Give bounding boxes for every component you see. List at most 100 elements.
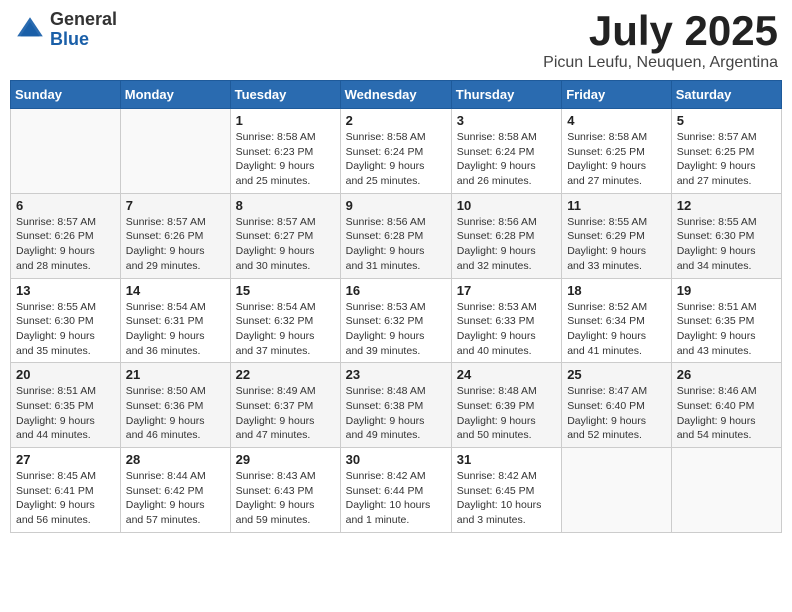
- day-number: 9: [346, 198, 446, 213]
- cell-content: Sunrise: 8:53 AM Sunset: 6:32 PM Dayligh…: [346, 300, 446, 359]
- day-number: 23: [346, 367, 446, 382]
- cell-content: Sunrise: 8:58 AM Sunset: 6:25 PM Dayligh…: [567, 130, 666, 189]
- calendar-cell: 29 Sunrise: 8:43 AM Sunset: 6:43 PM Dayli…: [230, 448, 340, 533]
- cell-content: Sunrise: 8:56 AM Sunset: 6:28 PM Dayligh…: [457, 215, 556, 274]
- cell-content: Sunrise: 8:49 AM Sunset: 6:37 PM Dayligh…: [236, 384, 335, 443]
- day-number: 1: [236, 113, 335, 128]
- title-area: July 2025 Picun Leufu, Neuquen, Argentin…: [543, 10, 778, 72]
- day-number: 27: [16, 452, 115, 467]
- calendar-week-row: 27 Sunrise: 8:45 AM Sunset: 6:41 PM Dayli…: [11, 448, 782, 533]
- day-number: 20: [16, 367, 115, 382]
- day-number: 14: [126, 283, 225, 298]
- day-number: 12: [677, 198, 776, 213]
- weekday-header-wednesday: Wednesday: [340, 81, 451, 109]
- cell-content: Sunrise: 8:56 AM Sunset: 6:28 PM Dayligh…: [346, 215, 446, 274]
- calendar-week-row: 20 Sunrise: 8:51 AM Sunset: 6:35 PM Dayli…: [11, 363, 782, 448]
- day-number: 13: [16, 283, 115, 298]
- calendar-cell: 20 Sunrise: 8:51 AM Sunset: 6:35 PM Dayli…: [11, 363, 121, 448]
- day-number: 22: [236, 367, 335, 382]
- calendar-cell: [120, 109, 230, 194]
- weekday-header-tuesday: Tuesday: [230, 81, 340, 109]
- day-number: 28: [126, 452, 225, 467]
- cell-content: Sunrise: 8:50 AM Sunset: 6:36 PM Dayligh…: [126, 384, 225, 443]
- day-number: 5: [677, 113, 776, 128]
- header: General Blue July 2025 Picun Leufu, Neuq…: [10, 10, 782, 72]
- calendar-cell: 7Sunrise: 8:57 AM Sunset: 6:26 PM Daylig…: [120, 193, 230, 278]
- calendar-week-row: 6Sunrise: 8:57 AM Sunset: 6:26 PM Daylig…: [11, 193, 782, 278]
- calendar-cell: 8 Sunrise: 8:57 AM Sunset: 6:27 PM Daylig…: [230, 193, 340, 278]
- calendar-cell: 28 Sunrise: 8:44 AM Sunset: 6:42 PM Dayli…: [120, 448, 230, 533]
- calendar-cell: 3 Sunrise: 8:58 AM Sunset: 6:24 PM Daylig…: [451, 109, 561, 194]
- cell-content: Sunrise: 8:43 AM Sunset: 6:43 PM Dayligh…: [236, 469, 335, 528]
- calendar-cell: [671, 448, 781, 533]
- calendar-cell: [11, 109, 121, 194]
- cell-content: Sunrise: 8:57 AM Sunset: 6:27 PM Dayligh…: [236, 215, 335, 274]
- calendar-header-row: SundayMondayTuesdayWednesdayThursdayFrid…: [11, 81, 782, 109]
- calendar-cell: 23Sunrise: 8:48 AM Sunset: 6:38 PM Dayli…: [340, 363, 451, 448]
- cell-content: Sunrise: 8:53 AM Sunset: 6:33 PM Dayligh…: [457, 300, 556, 359]
- weekday-header-thursday: Thursday: [451, 81, 561, 109]
- calendar-cell: 6Sunrise: 8:57 AM Sunset: 6:26 PM Daylig…: [11, 193, 121, 278]
- calendar-cell: 31 Sunrise: 8:42 AM Sunset: 6:45 PM Dayli…: [451, 448, 561, 533]
- calendar-week-row: 1 Sunrise: 8:58 AM Sunset: 6:23 PM Daylig…: [11, 109, 782, 194]
- day-number: 21: [126, 367, 225, 382]
- calendar-cell: 18 Sunrise: 8:52 AM Sunset: 6:34 PM Dayli…: [562, 278, 672, 363]
- calendar-cell: 5 Sunrise: 8:57 AM Sunset: 6:25 PM Daylig…: [671, 109, 781, 194]
- cell-content: Sunrise: 8:46 AM Sunset: 6:40 PM Dayligh…: [677, 384, 776, 443]
- cell-content: Sunrise: 8:54 AM Sunset: 6:31 PM Dayligh…: [126, 300, 225, 359]
- logo-blue-text: Blue: [50, 30, 117, 50]
- cell-content: Sunrise: 8:48 AM Sunset: 6:39 PM Dayligh…: [457, 384, 556, 443]
- calendar-cell: 1 Sunrise: 8:58 AM Sunset: 6:23 PM Daylig…: [230, 109, 340, 194]
- cell-content: Sunrise: 8:55 AM Sunset: 6:29 PM Dayligh…: [567, 215, 666, 274]
- cell-content: Sunrise: 8:58 AM Sunset: 6:24 PM Dayligh…: [346, 130, 446, 189]
- cell-content: Sunrise: 8:52 AM Sunset: 6:34 PM Dayligh…: [567, 300, 666, 359]
- calendar-cell: 19 Sunrise: 8:51 AM Sunset: 6:35 PM Dayli…: [671, 278, 781, 363]
- cell-content: Sunrise: 8:45 AM Sunset: 6:41 PM Dayligh…: [16, 469, 115, 528]
- calendar-cell: 22 Sunrise: 8:49 AM Sunset: 6:37 PM Dayli…: [230, 363, 340, 448]
- day-number: 2: [346, 113, 446, 128]
- day-number: 15: [236, 283, 335, 298]
- calendar-cell: 9 Sunrise: 8:56 AM Sunset: 6:28 PM Daylig…: [340, 193, 451, 278]
- day-number: 30: [346, 452, 446, 467]
- cell-content: Sunrise: 8:58 AM Sunset: 6:24 PM Dayligh…: [457, 130, 556, 189]
- day-number: 3: [457, 113, 556, 128]
- cell-content: Sunrise: 8:51 AM Sunset: 6:35 PM Dayligh…: [16, 384, 115, 443]
- calendar-cell: 30Sunrise: 8:42 AM Sunset: 6:44 PM Dayli…: [340, 448, 451, 533]
- day-number: 11: [567, 198, 666, 213]
- calendar-cell: 26 Sunrise: 8:46 AM Sunset: 6:40 PM Dayli…: [671, 363, 781, 448]
- cell-content: Sunrise: 8:51 AM Sunset: 6:35 PM Dayligh…: [677, 300, 776, 359]
- cell-content: Sunrise: 8:55 AM Sunset: 6:30 PM Dayligh…: [677, 215, 776, 274]
- day-number: 18: [567, 283, 666, 298]
- day-number: 31: [457, 452, 556, 467]
- location-subtitle: Picun Leufu, Neuquen, Argentina: [543, 54, 778, 72]
- cell-content: Sunrise: 8:57 AM Sunset: 6:25 PM Dayligh…: [677, 130, 776, 189]
- day-number: 8: [236, 198, 335, 213]
- day-number: 26: [677, 367, 776, 382]
- calendar-cell: 24Sunrise: 8:48 AM Sunset: 6:39 PM Dayli…: [451, 363, 561, 448]
- month-title: July 2025: [543, 10, 778, 52]
- logo-general-text: General: [50, 10, 117, 30]
- day-number: 29: [236, 452, 335, 467]
- calendar-cell: 12 Sunrise: 8:55 AM Sunset: 6:30 PM Dayli…: [671, 193, 781, 278]
- day-number: 16: [346, 283, 446, 298]
- calendar-cell: 25Sunrise: 8:47 AM Sunset: 6:40 PM Dayli…: [562, 363, 672, 448]
- calendar-cell: 10 Sunrise: 8:56 AM Sunset: 6:28 PM Dayli…: [451, 193, 561, 278]
- calendar-week-row: 13 Sunrise: 8:55 AM Sunset: 6:30 PM Dayli…: [11, 278, 782, 363]
- cell-content: Sunrise: 8:44 AM Sunset: 6:42 PM Dayligh…: [126, 469, 225, 528]
- cell-content: Sunrise: 8:55 AM Sunset: 6:30 PM Dayligh…: [16, 300, 115, 359]
- calendar-cell: 11 Sunrise: 8:55 AM Sunset: 6:29 PM Dayli…: [562, 193, 672, 278]
- day-number: 10: [457, 198, 556, 213]
- calendar-cell: 27 Sunrise: 8:45 AM Sunset: 6:41 PM Dayli…: [11, 448, 121, 533]
- day-number: 17: [457, 283, 556, 298]
- cell-content: Sunrise: 8:58 AM Sunset: 6:23 PM Dayligh…: [236, 130, 335, 189]
- weekday-header-sunday: Sunday: [11, 81, 121, 109]
- day-number: 19: [677, 283, 776, 298]
- calendar-cell: 4 Sunrise: 8:58 AM Sunset: 6:25 PM Daylig…: [562, 109, 672, 194]
- weekday-header-friday: Friday: [562, 81, 672, 109]
- day-number: 4: [567, 113, 666, 128]
- calendar-cell: [562, 448, 672, 533]
- calendar-cell: 21 Sunrise: 8:50 AM Sunset: 6:36 PM Dayli…: [120, 363, 230, 448]
- cell-content: Sunrise: 8:57 AM Sunset: 6:26 PM Dayligh…: [16, 215, 115, 274]
- weekday-header-saturday: Saturday: [671, 81, 781, 109]
- cell-content: Sunrise: 8:42 AM Sunset: 6:45 PM Dayligh…: [457, 469, 556, 528]
